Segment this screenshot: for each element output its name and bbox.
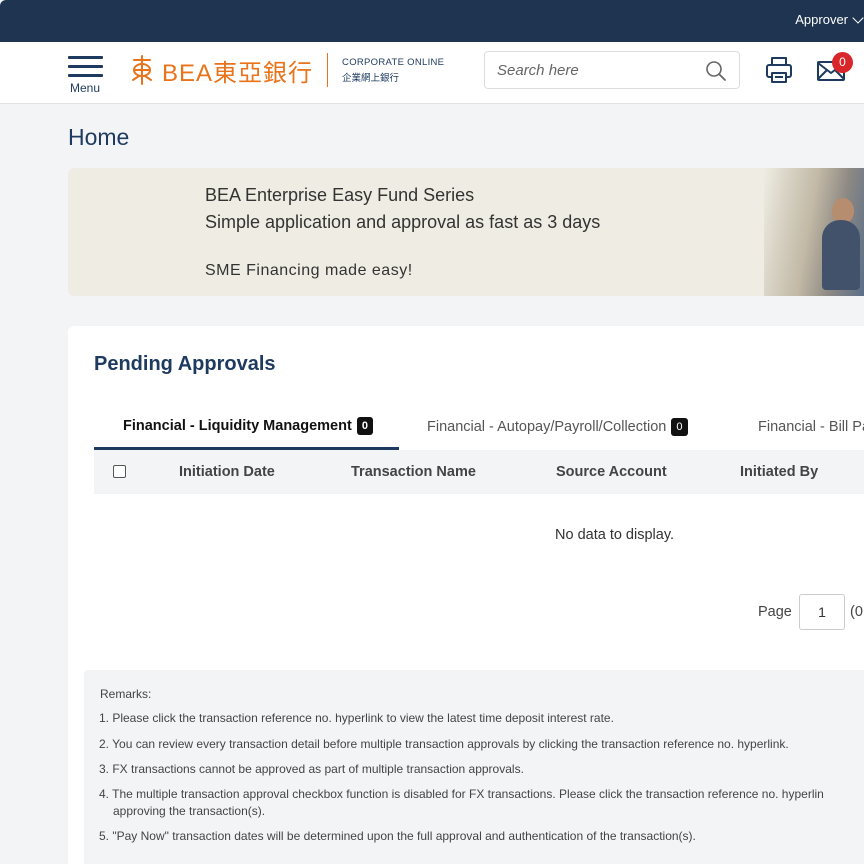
banner-line-2: Simple application and approval as fast … bbox=[205, 212, 601, 232]
tab-autopay-payroll-collection[interactable]: Financial - Autopay/Payroll/Collection 0 bbox=[427, 404, 688, 450]
menu-label: Menu bbox=[70, 81, 101, 95]
remark-item: 2. You can review every transaction deta… bbox=[99, 737, 789, 751]
tab-liquidity-management[interactable]: Financial - Liquidity Management 0 bbox=[94, 404, 399, 450]
bea-logo[interactable]: BEA東亞銀行 CORPORATE ONLINE 企業網上銀行 bbox=[130, 52, 444, 88]
tab-label: Financial - Bill Pa bbox=[758, 419, 864, 435]
approval-tabs: Financial - Liquidity Management 0 Finan… bbox=[94, 404, 864, 450]
logo-text: BEA東亞銀行 bbox=[162, 59, 314, 87]
pagination: Page 1 (0 bbox=[758, 594, 864, 632]
table-header: Initiation Date Transaction Name Source … bbox=[94, 450, 864, 494]
menu-button[interactable]: Menu bbox=[68, 54, 104, 95]
remark-item: 1. Please click the transaction referenc… bbox=[99, 711, 614, 725]
remark-item: 5. "Pay Now" transaction dates will be d… bbox=[99, 829, 696, 843]
page-total: (0 bbox=[850, 604, 863, 620]
promo-banner[interactable]: BEA Enterprise Easy Fund Series Simple a… bbox=[68, 168, 864, 296]
tab-bill-payment[interactable]: Financial - Bill Pa bbox=[758, 404, 864, 450]
tab-count-badge: 0 bbox=[671, 418, 688, 436]
column-header[interactable]: Transaction Name bbox=[351, 464, 476, 480]
hamburger-icon-bar bbox=[68, 74, 103, 77]
empty-table-message: No data to display. bbox=[555, 527, 675, 543]
remarks-panel: Remarks: 1. Please click the transaction… bbox=[84, 670, 864, 864]
remark-item-continued: approving the transaction(s). bbox=[113, 804, 266, 818]
remark-item: 4. The multiple transaction approval che… bbox=[99, 787, 824, 801]
role-label: Approver bbox=[795, 12, 848, 27]
select-all-checkbox[interactable] bbox=[113, 465, 126, 478]
tab-count-badge: 0 bbox=[356, 416, 373, 435]
column-header[interactable]: Initiated By bbox=[740, 464, 818, 480]
column-header[interactable]: Source Account bbox=[556, 464, 667, 480]
page-number-input[interactable]: 1 bbox=[799, 594, 845, 630]
banner-photo bbox=[764, 168, 864, 296]
logo-subtitle-zh: 企業網上銀行 bbox=[342, 72, 400, 84]
tab-label: Financial - Autopay/Payroll/Collection bbox=[427, 419, 667, 435]
header: Menu BEA東亞銀行 CORPORATE ONLINE 企業網上銀行 Sea… bbox=[0, 42, 864, 104]
banner-line-1: BEA Enterprise Easy Fund Series bbox=[205, 185, 475, 205]
logo-divider bbox=[327, 53, 329, 87]
mail-count-badge: 0 bbox=[832, 52, 853, 73]
role-switcher[interactable]: Approver bbox=[795, 11, 864, 27]
page-label: Page bbox=[758, 604, 792, 620]
banner-line-3: SME Financing made easy! bbox=[205, 262, 413, 279]
search-input[interactable] bbox=[497, 60, 697, 80]
banner-person-body bbox=[822, 220, 860, 290]
tab-label: Financial - Liquidity Management bbox=[123, 417, 352, 434]
top-bar: Approver bbox=[0, 0, 864, 42]
search-box bbox=[484, 51, 740, 89]
page-title: Home bbox=[68, 124, 130, 150]
hamburger-icon-bar bbox=[68, 65, 103, 68]
chevron-down-icon bbox=[852, 11, 864, 24]
hamburger-icon bbox=[68, 56, 103, 59]
logo-subtitle-en: CORPORATE ONLINE bbox=[342, 56, 445, 68]
logo-subtitle: CORPORATE ONLINE 企業網上銀行 bbox=[342, 57, 444, 84]
pending-approvals-title: Pending Approvals bbox=[94, 353, 276, 375]
search-icon[interactable] bbox=[705, 60, 727, 82]
remarks-title: Remarks: bbox=[100, 687, 152, 701]
column-header[interactable]: Initiation Date bbox=[179, 464, 275, 480]
remark-item: 3. FX transactions cannot be approved as… bbox=[99, 762, 524, 776]
printer-icon[interactable] bbox=[764, 55, 794, 85]
bea-emblem-icon bbox=[132, 55, 152, 85]
